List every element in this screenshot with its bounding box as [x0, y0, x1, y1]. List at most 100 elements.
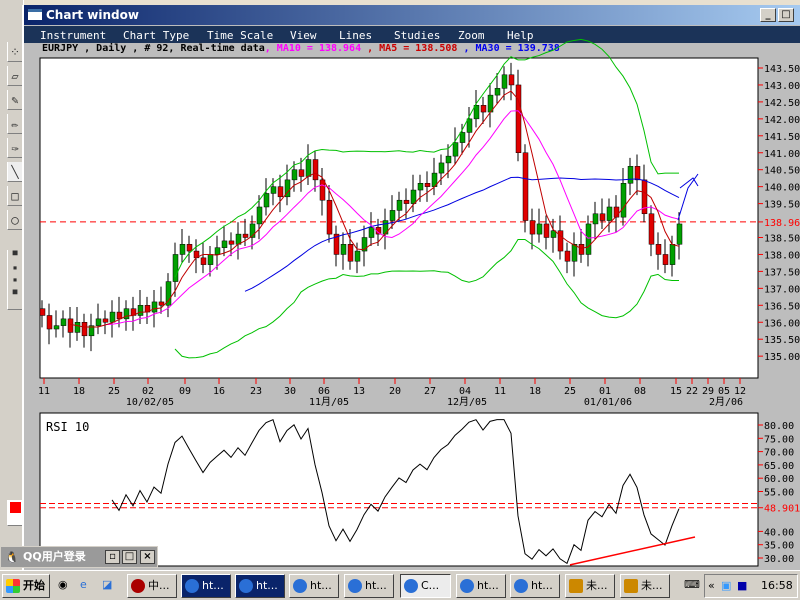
- candle-down: [312, 159, 319, 181]
- candle-down: [319, 179, 326, 201]
- candle-up: [466, 118, 473, 133]
- price-tick-label: 139.50: [764, 200, 800, 211]
- candle-up: [438, 162, 445, 174]
- task-item-1[interactable]: 中...: [127, 574, 177, 598]
- candle-down: [298, 169, 305, 177]
- month-label: 2月/06: [709, 396, 743, 408]
- network-icon[interactable]: ▣: [721, 579, 731, 592]
- candle-up: [494, 88, 501, 96]
- qq-close-button[interactable]: ×: [140, 550, 155, 564]
- candle-down: [102, 318, 109, 323]
- qq-login-window[interactable]: 🐧 QQ用户登录 ▫ □ ×: [0, 546, 158, 568]
- price-tick-label: 138.00: [764, 250, 800, 261]
- candle-down: [277, 186, 284, 198]
- time-tick-label: 16: [213, 386, 225, 397]
- candle-down: [480, 105, 487, 113]
- candle-up: [53, 325, 60, 330]
- candle-up: [459, 132, 466, 143]
- qq-maximize-button[interactable]: □: [122, 550, 137, 564]
- quicklaunch-outlook-icon[interactable]: ◪: [102, 578, 112, 591]
- candle-down: [347, 244, 354, 262]
- time-tick-label: 06: [318, 386, 330, 397]
- candle-down: [508, 74, 515, 86]
- time-tick-label: 22: [686, 386, 698, 397]
- task-item-8[interactable]: ht...: [510, 574, 560, 598]
- candle-down: [648, 213, 655, 245]
- candle-up: [354, 250, 361, 262]
- candle-up: [669, 244, 676, 265]
- task-item-3[interactable]: ht...: [235, 574, 285, 598]
- candle-down: [634, 166, 641, 181]
- candle-up: [676, 223, 683, 245]
- price-tick-label: 136.50: [764, 301, 800, 312]
- candle-down: [228, 240, 235, 245]
- price-tick-label: 140.00: [764, 183, 800, 194]
- candle-up: [270, 186, 277, 194]
- candle-up: [109, 311, 116, 323]
- candle-down: [39, 308, 46, 316]
- ie-icon: [293, 579, 307, 593]
- task-item-chart-window[interactable]: C...: [400, 574, 451, 598]
- time-tick-label: 18: [73, 386, 85, 397]
- task-item-5[interactable]: ht...: [344, 574, 394, 598]
- rsi-tick-label: 80.00: [764, 421, 794, 432]
- task-item-10[interactable]: 未...: [620, 574, 670, 598]
- start-button[interactable]: 开始: [2, 574, 50, 598]
- time-tick-label: 20: [389, 386, 401, 397]
- price-tick-label: 138.50: [764, 234, 800, 245]
- candle-up: [585, 223, 592, 255]
- task-item-7[interactable]: ht...: [456, 574, 506, 598]
- candle-up: [214, 247, 221, 255]
- task-item-9[interactable]: 未...: [565, 574, 615, 598]
- candle-up: [305, 159, 312, 177]
- rsi-tick-label: 70.00: [764, 448, 794, 459]
- price-tick-label: 136.00: [764, 318, 800, 329]
- price-tick-label: 142.00: [764, 115, 800, 126]
- candle-up: [123, 308, 130, 320]
- price-tick-label: 143.00: [764, 81, 800, 92]
- time-tick-label: 12: [734, 386, 746, 397]
- month-label: 12月/05: [447, 396, 487, 408]
- candle-down: [326, 199, 333, 235]
- candle-down: [186, 244, 193, 252]
- candle-down: [116, 311, 123, 320]
- tray-app-icon[interactable]: ■: [737, 579, 747, 592]
- taskbar: 开始 ◉ e ◪ 中... ht... ht... ht... ht... C.…: [0, 570, 800, 600]
- time-tick-label: 08: [634, 386, 646, 397]
- task-item-4[interactable]: ht...: [289, 574, 339, 598]
- qq-restore-button[interactable]: ▫: [105, 550, 120, 564]
- candle-up: [340, 244, 347, 255]
- rsi-panel: [39, 412, 759, 567]
- candle-up: [389, 210, 396, 221]
- ie-icon: [239, 579, 253, 593]
- candle-down: [564, 250, 571, 262]
- ie-icon: [460, 579, 474, 593]
- candle-down: [403, 199, 410, 204]
- candle-down: [67, 318, 74, 333]
- candle-up: [417, 183, 424, 191]
- price-tick-label: 138.96: [764, 218, 800, 229]
- price-tick-label: 135.00: [764, 352, 800, 363]
- candle-up: [536, 223, 543, 235]
- task-item-2[interactable]: ht...: [181, 574, 231, 598]
- candle-up: [137, 305, 144, 316]
- quicklaunch-ie-icon[interactable]: e: [80, 578, 87, 591]
- candle-up: [256, 206, 263, 225]
- rsi-tick-label: 60.00: [764, 474, 794, 485]
- time-tick-label: 04: [459, 386, 471, 397]
- keyboard-icon[interactable]: ⌨: [684, 578, 700, 591]
- rsi-tick-label: 48.901: [764, 504, 800, 515]
- ie-icon: [185, 579, 199, 593]
- qq-penguin-icon: 🐧: [5, 551, 19, 564]
- candle-down: [599, 213, 606, 221]
- candle-up: [207, 254, 214, 265]
- candle-down: [543, 223, 550, 238]
- chart-canvas[interactable]: 143.50 143.00 142.50 142.00 141.50 141.00 140.…: [0, 0, 800, 570]
- time-tick-label: 18: [529, 386, 541, 397]
- candle-up: [606, 206, 613, 221]
- price-tick-label: 137.00: [764, 284, 800, 295]
- tray-expand-icon[interactable]: «: [708, 579, 715, 592]
- quicklaunch-media-icon[interactable]: ◉: [58, 578, 68, 591]
- candle-up: [620, 183, 627, 218]
- month-label: 11月/05: [309, 396, 349, 408]
